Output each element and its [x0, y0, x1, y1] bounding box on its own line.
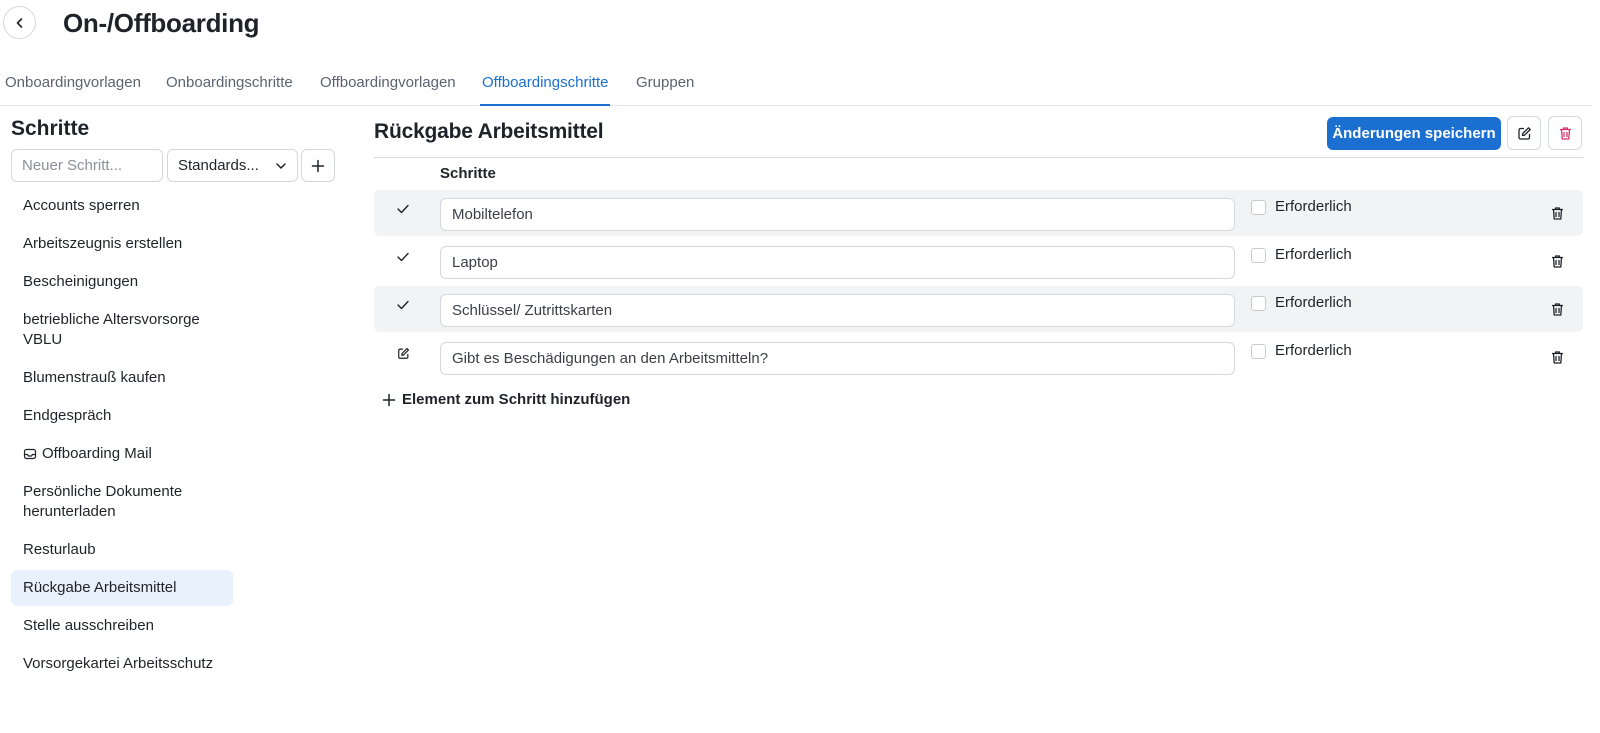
step-item[interactable]: Vorsorgekartei Arbeitsschutz: [11, 646, 233, 682]
delete-step-button[interactable]: [1548, 116, 1582, 150]
tab-offboardingvorlagen[interactable]: Offboardingvorlagen: [320, 74, 456, 106]
tab-gruppen[interactable]: Gruppen: [636, 74, 694, 106]
chevron-left-icon: [16, 17, 22, 28]
required-checkbox[interactable]: [1251, 344, 1266, 359]
divider: [374, 157, 1583, 158]
step-item-label: Resturlaub: [23, 541, 96, 558]
required-label: Erforderlich: [1275, 294, 1352, 311]
trash-icon[interactable]: [1548, 252, 1566, 270]
step-item-label: Persönliche Dokumente herunterladen: [23, 483, 183, 520]
save-changes-button[interactable]: Änderungen speichern: [1327, 117, 1501, 150]
step-item-label: Stelle ausschreiben: [23, 617, 154, 634]
required-checkbox[interactable]: [1251, 296, 1266, 311]
step-element-row: Erforderlich: [374, 190, 1583, 236]
chevron-down-icon: [276, 162, 286, 169]
step-element-row: Erforderlich: [374, 238, 1583, 284]
step-item[interactable]: Offboarding Mail: [11, 436, 233, 472]
back-button[interactable]: [3, 6, 36, 39]
step-item-label: Arbeitszeugnis erstellen: [23, 235, 183, 252]
step-type-select[interactable]: Standards...: [167, 149, 298, 182]
required-label: Erforderlich: [1275, 342, 1352, 359]
step-item-label: Offboarding Mail: [42, 445, 152, 462]
mail-icon: [23, 447, 37, 461]
step-element-input[interactable]: [440, 342, 1235, 375]
step-element-input[interactable]: [440, 246, 1235, 279]
edit-button[interactable]: [1507, 116, 1541, 150]
new-step-input[interactable]: [11, 149, 163, 182]
tab-onboardingvorlagen[interactable]: Onboardingvorlagen: [5, 74, 141, 106]
step-item[interactable]: Endgespräch: [11, 398, 233, 434]
step-item[interactable]: Rückgabe Arbeitsmittel: [11, 570, 233, 606]
step-item[interactable]: Bescheinigungen: [11, 264, 233, 300]
step-element-row: Erforderlich: [374, 286, 1583, 332]
tab-onboardingschritte[interactable]: Onboardingschritte: [166, 74, 293, 106]
step-item-label: Endgespräch: [23, 407, 112, 424]
step-item-label: betriebliche Altersvorsorge VBLU: [23, 311, 200, 348]
check-icon: [396, 298, 410, 312]
step-element-input[interactable]: [440, 198, 1235, 231]
trash-icon[interactable]: [1548, 204, 1566, 222]
step-item-label: Accounts sperren: [23, 197, 140, 214]
step-type-select-value: Standards...: [178, 157, 259, 174]
step-item-label: Blumenstrauß kaufen: [23, 369, 166, 386]
detail-title: Rückgabe Arbeitsmittel: [374, 120, 604, 143]
plus-icon: [311, 159, 325, 172]
step-item[interactable]: Blumenstrauß kaufen: [11, 360, 233, 396]
required-checkbox[interactable]: [1251, 200, 1266, 215]
trash-icon[interactable]: [1548, 300, 1566, 318]
check-icon: [396, 202, 410, 216]
trash-icon[interactable]: [1548, 348, 1566, 366]
step-element-row: Erforderlich: [374, 334, 1583, 380]
sidebar-title: Schritte: [11, 117, 90, 140]
tab-offboardingschritte[interactable]: Offboardingschritte: [480, 74, 611, 106]
step-item-label: Bescheinigungen: [23, 273, 139, 290]
step-item[interactable]: Arbeitszeugnis erstellen: [11, 226, 233, 262]
required-label: Erforderlich: [1275, 198, 1352, 215]
check-icon: [396, 250, 410, 264]
step-item[interactable]: Accounts sperren: [11, 188, 233, 224]
step-item[interactable]: Persönliche Dokumente herunterladen: [11, 474, 233, 530]
step-list: Accounts sperren Arbeitszeugnis erstelle…: [11, 188, 233, 684]
required-checkbox[interactable]: [1251, 248, 1266, 263]
step-element-input[interactable]: [440, 294, 1235, 327]
trash-icon: [1559, 126, 1571, 140]
page-title: On-/Offboarding: [63, 8, 260, 38]
add-step-button[interactable]: [301, 149, 335, 182]
edit-icon: [1517, 126, 1531, 140]
tab-bar: Onboardingvorlagen Onboardingschritte Of…: [0, 66, 1592, 106]
add-element-label: Element zum Schritt hinzufügen: [402, 391, 631, 408]
step-item-label: Vorsorgekartei Arbeitsschutz: [23, 655, 214, 672]
step-item-label: Rückgabe Arbeitsmittel: [23, 579, 177, 596]
step-item[interactable]: Resturlaub: [11, 532, 233, 568]
column-header-schritte: Schritte: [440, 165, 496, 182]
add-element-button[interactable]: Element zum Schritt hinzufügen: [382, 390, 630, 410]
required-label: Erforderlich: [1275, 246, 1352, 263]
plus-icon: [382, 393, 396, 407]
edit-icon: [396, 346, 410, 360]
step-item[interactable]: Stelle ausschreiben: [11, 608, 233, 644]
step-item[interactable]: betriebliche Altersvorsorge VBLU: [11, 302, 233, 358]
